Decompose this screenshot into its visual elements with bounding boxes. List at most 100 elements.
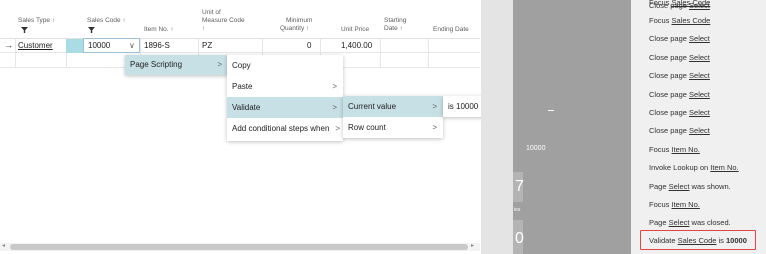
step-link[interactable]: Select <box>689 53 710 62</box>
step-item[interactable]: Close page Select <box>649 108 710 118</box>
header-ending-date[interactable]: Ending Date <box>433 26 469 34</box>
chevron-right-icon: > <box>332 82 337 91</box>
step-link[interactable]: Select <box>689 108 710 117</box>
step-item[interactable]: Focus Item No. <box>649 200 700 210</box>
column-divider <box>15 38 16 68</box>
filter-icon <box>21 27 28 33</box>
page-root: Sales Type ↑ Sales Code ↑ Item No. ↑ Uni… <box>0 0 766 254</box>
menu-item-label: Add conditional steps when <box>232 124 330 133</box>
menu-item-label: Row count <box>348 123 386 132</box>
step-link[interactable]: Select <box>689 34 710 43</box>
step-link[interactable]: Select <box>669 182 690 191</box>
chevron-right-icon: > <box>432 102 437 111</box>
background-page-strip <box>513 0 631 254</box>
header-starting-date-line2[interactable]: Date ↑ <box>384 25 403 33</box>
step-item[interactable]: Close page Select <box>649 90 710 100</box>
divider <box>548 110 554 111</box>
menu-item-page-scripting[interactable]: Page Scripting > <box>125 55 228 75</box>
step-item[interactable]: Invoke Lookup on Item No. <box>649 163 739 173</box>
menu-item-label: Paste <box>232 82 253 91</box>
step-item[interactable]: Page Select was closed. <box>649 218 731 228</box>
background-value: 10000 <box>526 145 546 152</box>
step-item[interactable]: Close page Select <box>649 53 710 63</box>
scroll-left-icon[interactable]: ◂ <box>2 242 5 249</box>
step-item[interactable]: Focus Item No. <box>649 145 700 155</box>
background-number: 0 <box>515 230 524 247</box>
header-uom-line1[interactable]: Unit of <box>202 9 221 17</box>
step-text: Focus <box>649 145 672 154</box>
menu-item-label: Current value <box>348 102 397 111</box>
cell-sales-type[interactable]: Customer <box>18 38 53 53</box>
step-link[interactable]: Select <box>669 218 690 227</box>
menu-item-label: Copy <box>232 61 251 70</box>
chevron-right-icon: > <box>432 123 437 132</box>
highlighted-step-frame <box>640 230 756 250</box>
menu-item-current-value[interactable]: Current value > <box>343 96 443 117</box>
header-item-no[interactable]: Item No. ↑ <box>144 26 174 34</box>
step-item[interactable]: Close page Select <box>649 34 710 44</box>
sales-code-input[interactable]: 10000 ∨ <box>83 38 140 53</box>
step-item[interactable]: Close page Select <box>649 71 710 81</box>
menu-item-paste[interactable]: Paste > <box>227 76 343 97</box>
cell-uom[interactable]: PZ <box>202 38 212 53</box>
scrollbar-thumb[interactable] <box>10 244 468 250</box>
menu-item-row-count[interactable]: Row count > <box>343 117 443 138</box>
step-link[interactable]: Select <box>689 126 710 135</box>
header-unit-price[interactable]: Unit Price <box>341 26 369 34</box>
chevron-right-icon: > <box>217 60 222 69</box>
menu-item-label: is 10000 <box>448 102 479 111</box>
cell-item-no[interactable]: 1896-S <box>144 38 170 53</box>
step-text: Focus <box>649 200 672 209</box>
step-item[interactable]: Close page Select <box>649 1 710 11</box>
horizontal-scrollbar[interactable]: ◂ ▸ <box>0 243 480 251</box>
step-text: Focus <box>649 16 672 25</box>
header-sales-type[interactable]: Sales Type ↑ <box>18 17 55 25</box>
step-link[interactable]: Select <box>689 1 710 10</box>
step-item[interactable]: Focus Sales Code <box>649 16 710 26</box>
menu-item-validate[interactable]: Validate > <box>227 97 343 118</box>
step-link[interactable]: Select <box>689 90 710 99</box>
step-text: Close page <box>649 1 690 10</box>
chevron-down-icon[interactable]: ∨ <box>129 38 135 53</box>
header-min-qty-line2[interactable]: Quantity ↑ <box>280 25 309 33</box>
chevron-right-icon: > <box>332 103 337 112</box>
menu-item-label: Validate <box>232 103 261 112</box>
step-text: Page <box>649 218 669 227</box>
header-uom-line3: ↑ <box>202 25 206 32</box>
step-text: Close page <box>649 90 690 99</box>
step-item[interactable]: Close page Select <box>649 126 710 136</box>
menu-item-copy[interactable]: Copy <box>227 55 343 76</box>
sales-code-value: 10000 <box>88 41 111 50</box>
step-text: was shown. <box>689 182 731 191</box>
chevron-right-icon: > <box>335 124 340 133</box>
cell-focus-marker <box>66 39 83 53</box>
header-starting-date-line1[interactable]: Starting <box>384 17 406 25</box>
row-indicator-icon: → <box>4 40 13 50</box>
header-uom-line2[interactable]: Measure Code <box>202 17 245 25</box>
scroll-right-icon[interactable]: ▸ <box>471 242 474 249</box>
page-scripting-submenu: Copy Paste > Validate > Add conditional … <box>227 55 343 141</box>
step-item[interactable]: Page Select was shown. <box>649 182 731 192</box>
step-text: Close page <box>649 71 690 80</box>
menu-item-label: Page Scripting <box>130 60 183 69</box>
background-caption: ies <box>514 207 521 213</box>
header-sales-code[interactable]: Sales Code ↑ <box>87 17 126 25</box>
step-link[interactable]: Item No. <box>672 145 700 154</box>
background-number: 7 <box>515 178 524 195</box>
step-text: Close page <box>649 108 690 117</box>
cell-min-qty[interactable]: 0 <box>307 38 311 53</box>
step-link[interactable]: Select <box>689 71 710 80</box>
step-text: Invoke Lookup on <box>649 163 711 172</box>
step-text: Close page <box>649 34 690 43</box>
filter-icon <box>88 27 95 33</box>
step-link[interactable]: Sales Code <box>672 16 711 25</box>
menu-item-add-conditional-steps[interactable]: Add conditional steps when > <box>227 118 343 139</box>
cell-unit-price[interactable]: 1,400.00 <box>341 38 372 53</box>
step-text: Close page <box>649 126 690 135</box>
context-menu: Page Scripting > <box>125 55 228 75</box>
step-link[interactable]: Item No. <box>710 163 738 172</box>
step-link[interactable]: Item No. <box>672 200 700 209</box>
column-divider <box>428 38 429 68</box>
header-min-qty-line1[interactable]: Minimum <box>286 17 312 25</box>
step-text: was closed. <box>689 218 731 227</box>
